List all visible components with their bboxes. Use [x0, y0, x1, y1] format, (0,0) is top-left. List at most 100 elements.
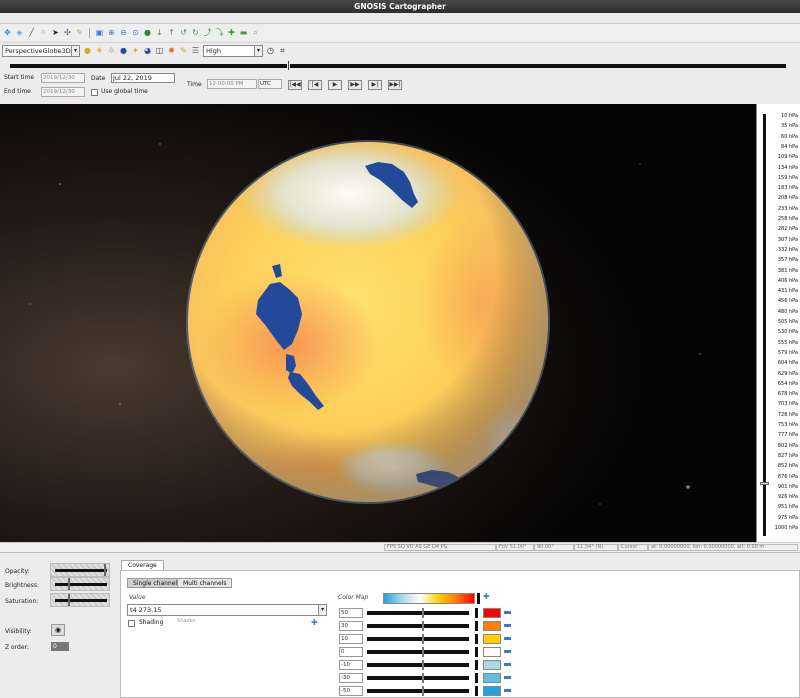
- colormap-slider[interactable]: [367, 660, 469, 670]
- eye-icon[interactable]: ◉: [51, 624, 65, 636]
- color-swatch[interactable]: [483, 621, 501, 631]
- tilt-down-icon[interactable]: ⤵: [215, 28, 224, 37]
- zoom-in-icon[interactable]: ⊕: [107, 28, 116, 37]
- bulb-icon[interactable]: ♦: [95, 46, 104, 55]
- remove-color-stop-icon[interactable]: [504, 689, 511, 692]
- colormap-value-field[interactable]: 10: [339, 634, 363, 644]
- sphere-icon[interactable]: ●: [119, 46, 128, 55]
- brightness-slider-thumb[interactable]: [68, 578, 70, 590]
- value-select[interactable]: t4 273.15 ▾: [127, 604, 327, 616]
- colormap-slider[interactable]: [367, 634, 469, 644]
- arrow-down-icon[interactable]: ↓: [155, 28, 164, 37]
- color-swatch[interactable]: [483, 660, 501, 670]
- colormap-preview[interactable]: [383, 593, 475, 604]
- pressure-level-label[interactable]: 604 hPa: [778, 360, 798, 366]
- projection-select[interactable]: PerspectiveGlobe3D ▾: [2, 44, 80, 57]
- pressure-level-label[interactable]: 753 hPa: [778, 422, 798, 428]
- colormap-value-field[interactable]: 30: [339, 621, 363, 631]
- pressure-level-label[interactable]: 406 hPa: [778, 278, 798, 284]
- rotate-right-icon[interactable]: ↻: [191, 28, 200, 37]
- first-frame-button[interactable]: |◀◀: [288, 80, 302, 90]
- pressure-level-label[interactable]: 84 hPa: [781, 144, 798, 150]
- time-slider-thumb[interactable]: [287, 60, 290, 71]
- pressure-level-label[interactable]: 282 hPa: [778, 226, 798, 232]
- pressure-level-label[interactable]: 109 hPa: [778, 154, 798, 160]
- colormap-slider[interactable]: [367, 673, 469, 683]
- pencil-icon[interactable]: ✎: [179, 46, 188, 55]
- pressure-level-label[interactable]: 10 hPa: [781, 113, 798, 119]
- pressure-level-label[interactable]: 703 hPa: [778, 401, 798, 407]
- tilt-up-icon[interactable]: ⤴: [203, 28, 212, 37]
- pressure-level-label[interactable]: 505 hPa: [778, 319, 798, 325]
- remove-color-stop-icon[interactable]: [504, 637, 511, 640]
- pressure-level-label[interactable]: 555 hPa: [778, 340, 798, 346]
- colormap-value-field[interactable]: -50: [339, 686, 363, 696]
- pressure-level-label[interactable]: 208 hPa: [778, 195, 798, 201]
- atmosphere-icon[interactable]: ◫: [155, 46, 164, 55]
- pressure-slider-thumb[interactable]: [760, 482, 769, 485]
- opacity-slider[interactable]: [50, 563, 110, 577]
- colormap-slider-thumb[interactable]: [422, 647, 424, 657]
- colormap-slider-thumb[interactable]: [422, 686, 424, 696]
- pressure-level-label[interactable]: 1000 hPa: [775, 525, 798, 531]
- pressure-level-label[interactable]: 60 hPa: [781, 134, 798, 140]
- star-icon[interactable]: ✶: [131, 46, 140, 55]
- pressure-level-label[interactable]: 654 hPa: [778, 381, 798, 387]
- play-button[interactable]: ▶: [328, 80, 342, 90]
- pressure-slider[interactable]: [763, 114, 766, 536]
- end-time-field[interactable]: 2019/12/30: [41, 87, 85, 97]
- layers-icon[interactable]: ◈: [15, 28, 24, 37]
- arrow-up-icon[interactable]: ↑: [167, 28, 176, 37]
- pressure-level-label[interactable]: 975 hPa: [778, 515, 798, 521]
- shading-checkbox[interactable]: [128, 620, 135, 627]
- graph-icon[interactable]: ⌗: [278, 46, 287, 55]
- settings-icon[interactable]: ✹: [167, 46, 176, 55]
- pressure-level-label[interactable]: 35 hPa: [781, 123, 798, 129]
- colormap-select-arrow[interactable]: [477, 593, 480, 604]
- timezone-select[interactable]: UTC: [258, 79, 282, 89]
- opacity-slider-thumb[interactable]: [104, 564, 107, 576]
- pressure-level-label[interactable]: 629 hPa: [778, 371, 798, 377]
- fast-forward-button[interactable]: ▶▶: [348, 80, 362, 90]
- colormap-slider[interactable]: [367, 686, 469, 696]
- ruler-icon[interactable]: ✎: [75, 28, 84, 37]
- add-icon[interactable]: ✚: [227, 28, 236, 37]
- globe-icon[interactable]: ●: [143, 28, 152, 37]
- brightness-slider[interactable]: [50, 577, 110, 591]
- brightness-icon[interactable]: ☼: [107, 46, 116, 55]
- last-frame-button[interactable]: ▶▶|: [388, 80, 402, 90]
- line-draw-icon[interactable]: ╱: [27, 28, 36, 37]
- prev-frame-button[interactable]: |◀: [308, 80, 322, 90]
- tab-single-channel[interactable]: Single channel: [127, 578, 184, 588]
- time-slider[interactable]: [10, 64, 786, 68]
- pressure-level-label[interactable]: 381 hPa: [778, 268, 798, 274]
- start-time-field[interactable]: 2019/12/30: [41, 73, 85, 83]
- pressure-level-label[interactable]: 827 hPa: [778, 453, 798, 459]
- colormap-slider[interactable]: [367, 621, 469, 631]
- saturation-slider[interactable]: [50, 593, 110, 607]
- pressure-level-label[interactable]: 307 hPa: [778, 237, 798, 243]
- pressure-level-label[interactable]: 802 hPa: [778, 443, 798, 449]
- tab-multi-channels[interactable]: Multi channels: [177, 578, 233, 588]
- pressure-level-label[interactable]: 579 hPa: [778, 350, 798, 356]
- pressure-level-label[interactable]: 951 hPa: [778, 504, 798, 510]
- pan-icon[interactable]: ✥: [3, 28, 12, 37]
- list-icon[interactable]: ☰: [191, 46, 200, 55]
- pressure-level-label[interactable]: 901 hPa: [778, 484, 798, 490]
- pressure-level-label[interactable]: 530 hPa: [778, 329, 798, 335]
- colormap-slider[interactable]: [367, 608, 469, 618]
- pressure-level-label[interactable]: 258 hPa: [778, 216, 798, 222]
- zoom-fit-icon[interactable]: ⊙: [131, 28, 140, 37]
- colormap-slider-thumb[interactable]: [422, 608, 424, 618]
- date-field[interactable]: Jul 22, 2019: [111, 73, 175, 83]
- time-field[interactable]: 12:00:00 PM: [207, 79, 257, 89]
- pressure-level-label[interactable]: 728 hPa: [778, 412, 798, 418]
- pressure-level-label[interactable]: 678 hPa: [778, 391, 798, 397]
- pressure-level-label[interactable]: 876 hPa: [778, 474, 798, 480]
- color-swatch[interactable]: [483, 686, 501, 696]
- pressure-level-label[interactable]: 233 hPa: [778, 206, 798, 212]
- colormap-slider-thumb[interactable]: [422, 621, 424, 631]
- zoom-out-icon[interactable]: ⊖: [119, 28, 128, 37]
- remove-color-stop-icon[interactable]: [504, 624, 511, 627]
- colormap-slider-thumb[interactable]: [422, 673, 424, 683]
